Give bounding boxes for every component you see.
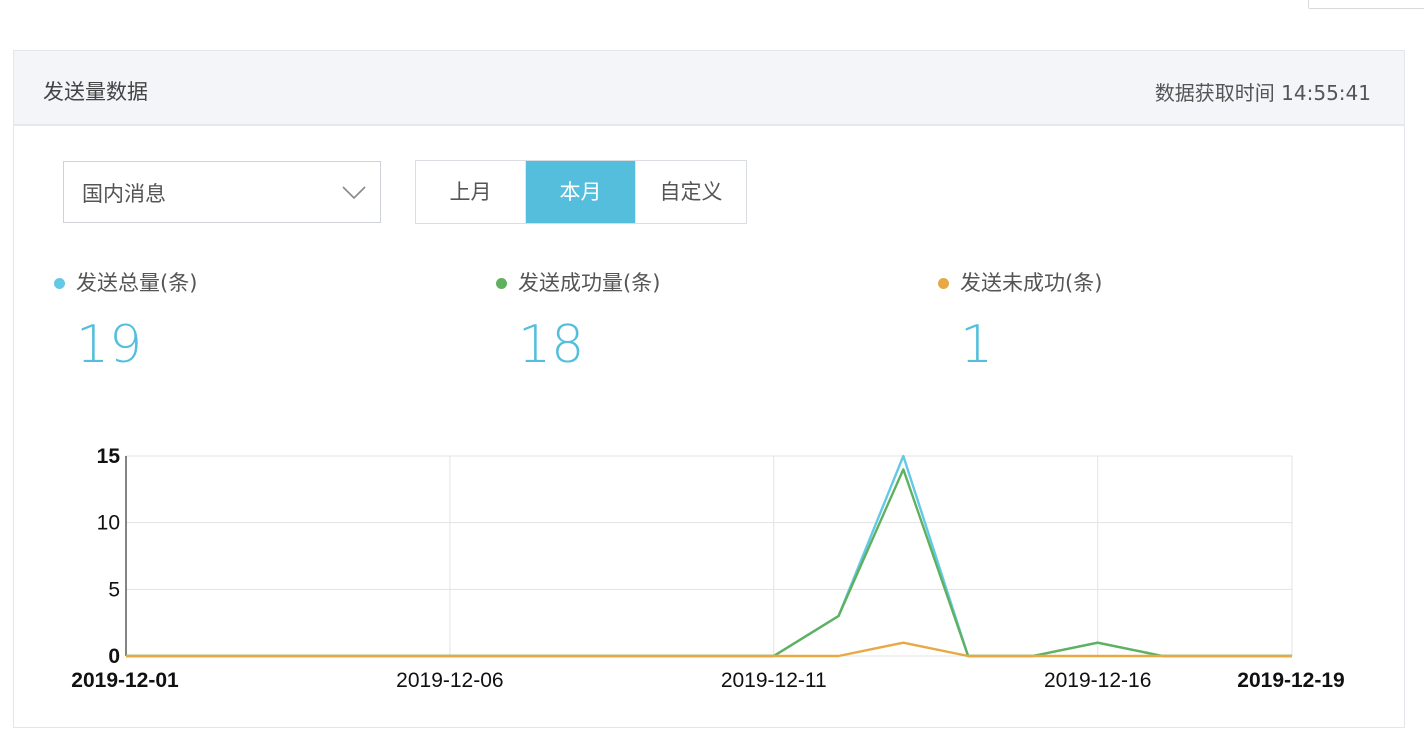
series-line-success bbox=[126, 468, 1292, 658]
x-tick-label: 2019-12-06 bbox=[396, 669, 503, 692]
send-volume-line-chart: 15 10 5 02019-12-01 2019-12-06 2019-12-11 2019… bbox=[71, 445, 1344, 692]
x-tick-label: 2019-12-19 bbox=[1237, 669, 1344, 692]
x-tick-label: 2019-12-11 bbox=[721, 669, 827, 692]
x-tick-label: 2019-12-01 bbox=[71, 669, 179, 692]
series-line-total bbox=[126, 454, 1292, 658]
y-tick-label: 0 bbox=[108, 645, 120, 668]
y-tick-label: 5 bbox=[108, 578, 120, 601]
y-tick-label: 15 bbox=[97, 445, 121, 468]
y-tick-label: 10 bbox=[97, 512, 120, 535]
x-tick-label: 2019-12-16 bbox=[1044, 669, 1151, 692]
series-line-failed bbox=[126, 641, 1292, 658]
